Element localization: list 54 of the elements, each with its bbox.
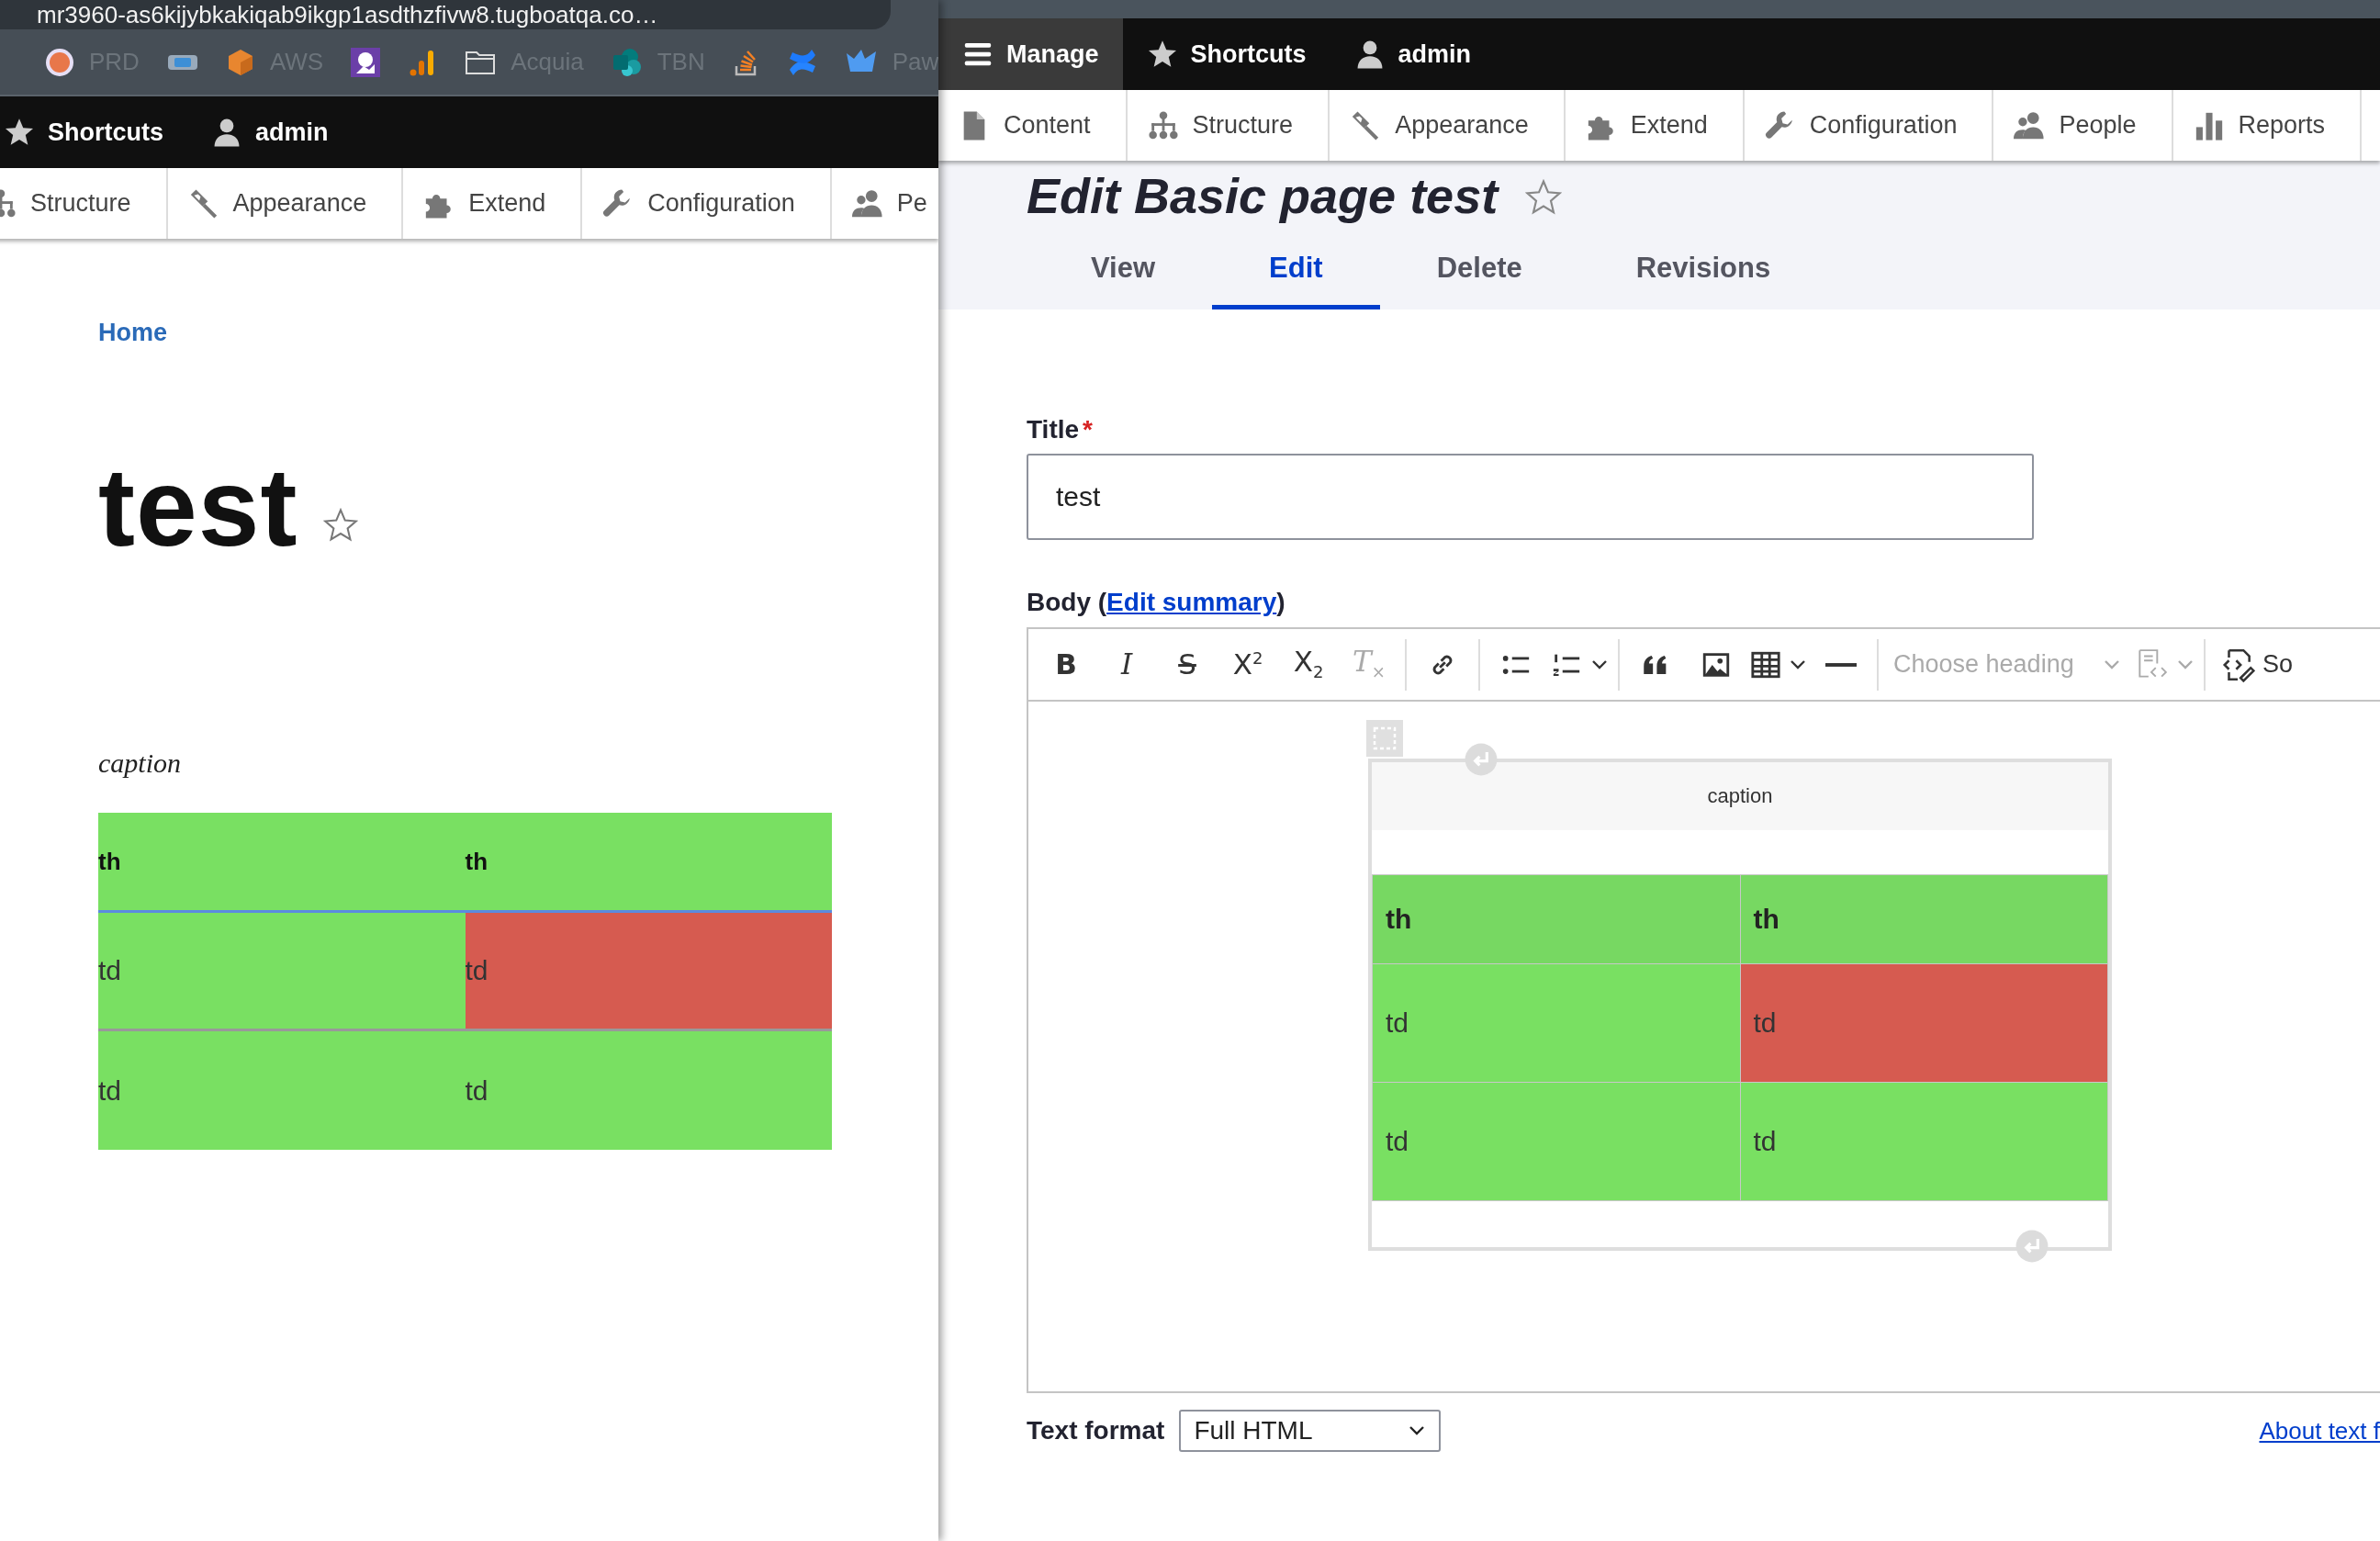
superscript-button[interactable]: X$^{2}$ [1218,636,1278,692]
title-field[interactable]: test [1027,454,2034,540]
table-cell: td [1372,963,1740,1083]
source-button[interactable]: So [2211,636,2303,692]
header-cell: th [1372,874,1740,964]
text-format-label: Text format [1027,1416,1165,1445]
table-cell: td [1740,1082,2108,1201]
page-title: test [98,447,298,567]
toolbar-item[interactable]: admin [187,96,353,168]
tab[interactable]: Edit [1212,227,1380,309]
select-handle-icon[interactable] [1366,720,1403,757]
table-cell: td [98,911,466,1030]
breadcrumb-link[interactable]: Home [98,317,167,348]
star-icon[interactable] [1525,179,1563,216]
tab[interactable]: View [1034,227,1213,309]
table-caption: caption [98,747,181,780]
text-format-select[interactable]: Full HTML [1179,1410,1442,1452]
toolbar-item[interactable]: admin [1330,18,1496,90]
toolbar-item[interactable]: Shortcuts [1122,18,1330,90]
tray-item[interactable]: Extend [403,168,583,239]
people-icon [851,187,883,219]
about-text-formats-link[interactable]: About text f [2259,1416,2380,1445]
tray-item[interactable]: Structure [0,168,168,239]
toolbar-item[interactable]: Manage [938,18,1123,90]
title-label: Title* [1027,414,1093,445]
tray-item[interactable]: Configuration [582,168,832,239]
italic-button[interactable]: I [1096,636,1157,692]
star-icon[interactable] [323,508,359,543]
table-cell: td [465,1029,832,1150]
avatar-icon [45,47,74,77]
table-caption: caption [1707,784,1773,808]
body-label: Body (Edit summary) [1027,587,1285,618]
strikethrough-button[interactable]: S [1157,636,1218,692]
tab[interactable]: Delete [1379,227,1579,309]
table-cell: td [1740,963,2108,1083]
table-cell: td [1372,1082,1740,1201]
header-cell: th [1740,874,2108,964]
source-code-icon [2220,647,2255,682]
edit-summary-link[interactable]: Edit summary [1106,588,1277,616]
header-cell: th [98,813,466,912]
page-title: Edit Basic page test [1027,167,1499,225]
table-cell: td [98,1029,466,1150]
caret-icon [1408,1424,1427,1437]
sitemap-icon [1147,109,1179,141]
folder-icon [465,49,497,75]
people-icon [2014,109,2046,141]
subscript-button[interactable]: X$_{2}$ [1278,636,1339,692]
tab[interactable]: Revisions [1578,227,1828,309]
header-cell: th [465,813,832,912]
table-cell: td [465,911,832,1030]
bold-button[interactable]: B [1036,636,1096,692]
tray-item[interactable]: Appearance [167,168,404,239]
share-icon [611,47,643,77]
toolbar-item[interactable]: Shortcuts [0,96,187,168]
